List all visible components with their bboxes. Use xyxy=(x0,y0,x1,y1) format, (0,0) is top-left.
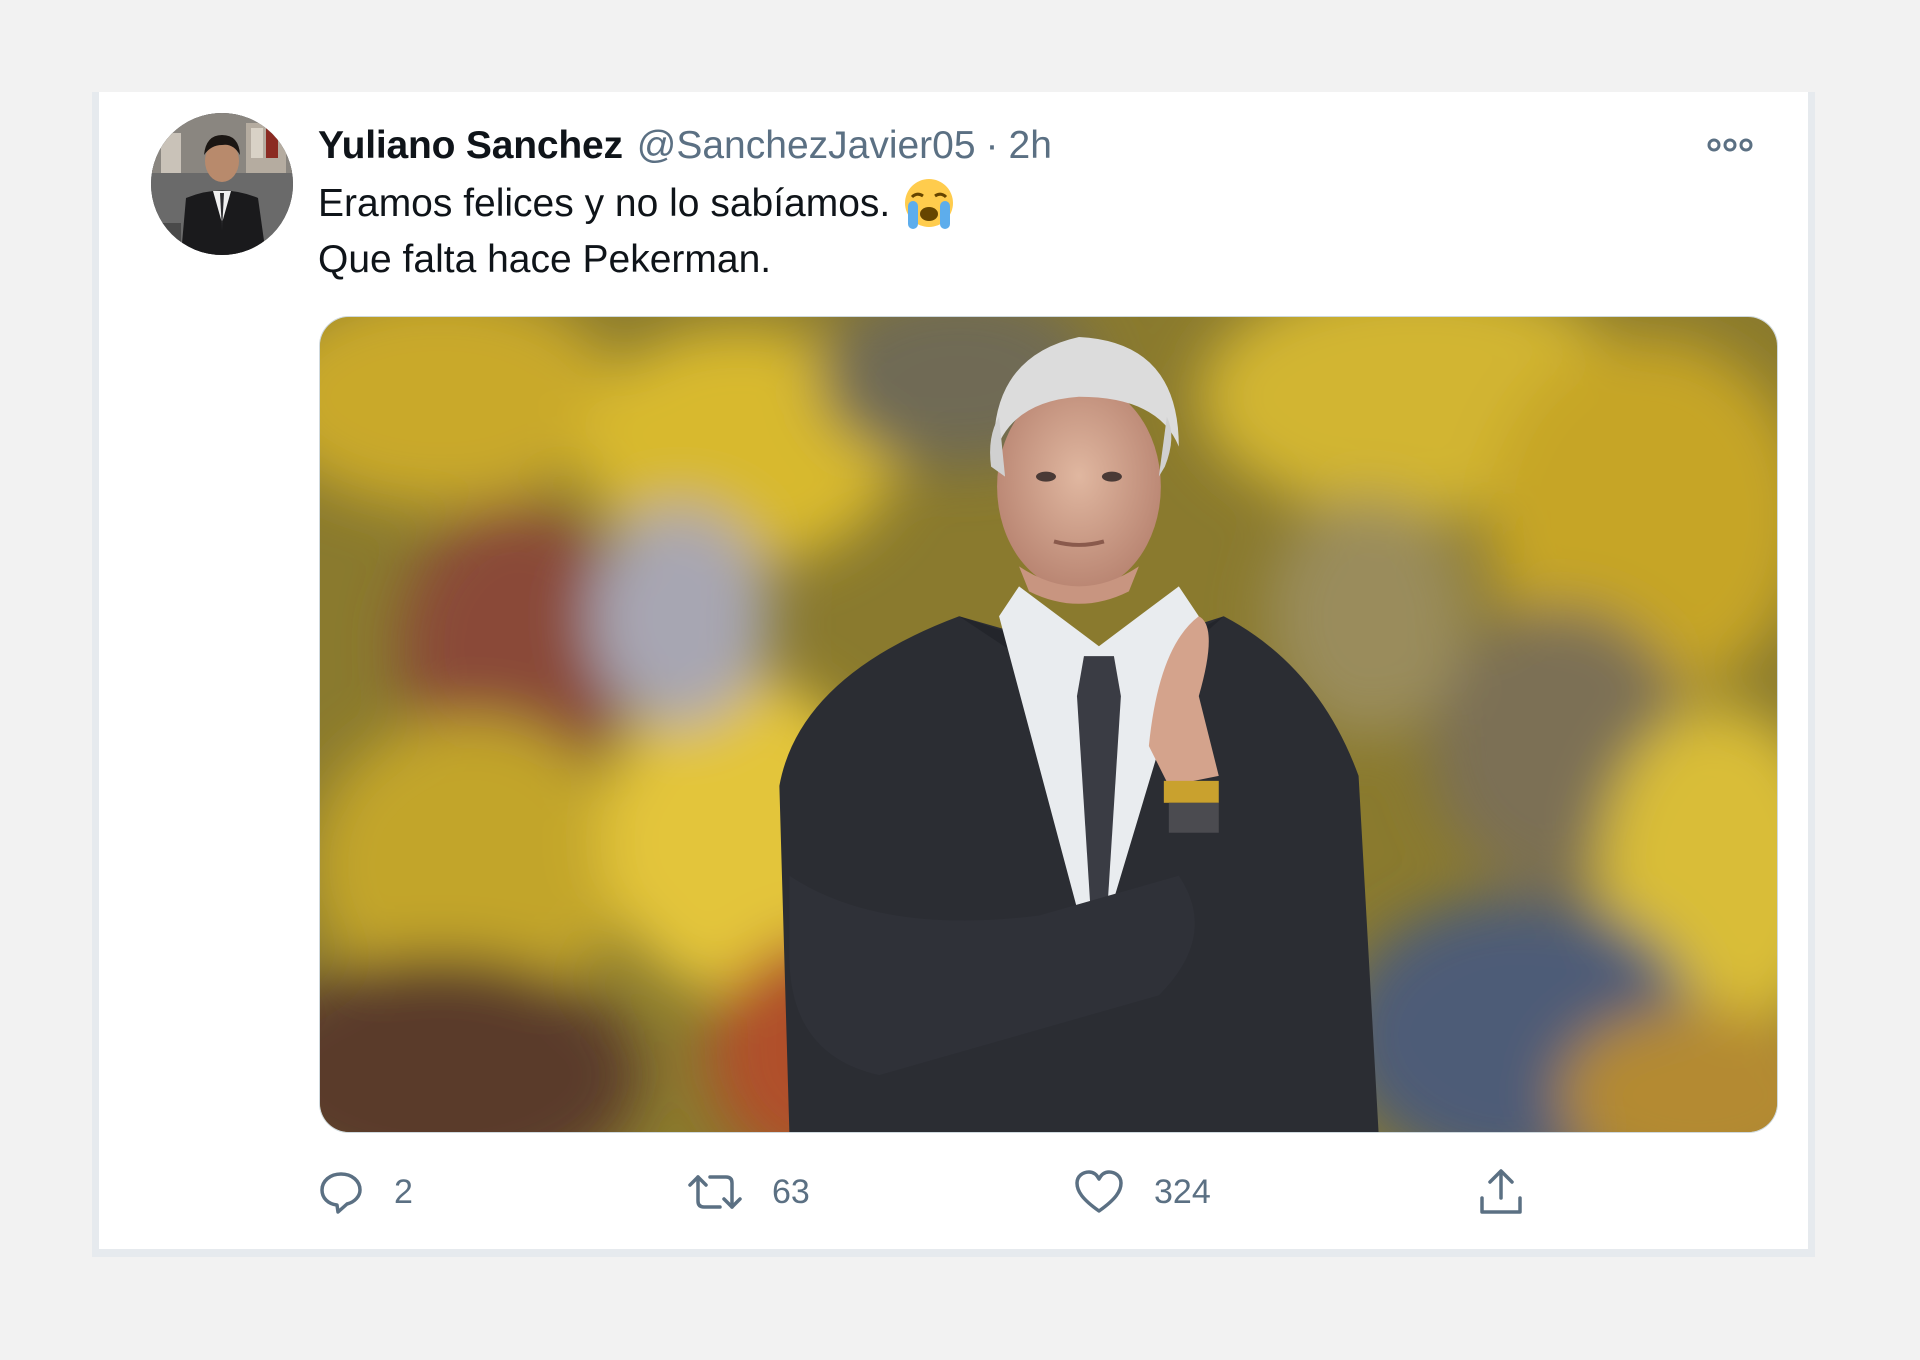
retweet-count: 63 xyxy=(772,1172,810,1211)
separator-dot: · xyxy=(985,124,999,167)
reply-icon xyxy=(320,1172,362,1214)
more-options-icon xyxy=(1707,138,1753,152)
tweet-card[interactable]: Yuliano Sanchez @SanchezJavier05 · 2h Er… xyxy=(92,92,1815,1257)
retweet-icon xyxy=(688,1175,742,1209)
tweet-photo xyxy=(320,317,1777,1132)
tweet-text-line: Eramos felices y no lo sabíamos. xyxy=(318,176,956,232)
tweet-text-line-2: Que falta hace Pekerman. xyxy=(318,238,772,281)
timestamp[interactable]: 2h xyxy=(1009,124,1052,168)
tweet-text-line: Que falta hace Pekerman. xyxy=(318,232,956,288)
tweet-actions: 2 63 324 xyxy=(318,1162,1778,1222)
tweet-text: Eramos felices y no lo sabíamos. Que fal… xyxy=(318,176,956,288)
like-button[interactable]: 324 xyxy=(1074,1162,1211,1222)
retweet-button[interactable]: 63 xyxy=(688,1162,810,1222)
user-handle[interactable]: @SanchezJavier05 xyxy=(637,124,976,168)
reply-count: 2 xyxy=(394,1172,413,1211)
more-options-button[interactable] xyxy=(1700,130,1760,160)
share-button[interactable] xyxy=(1478,1162,1524,1222)
like-count: 324 xyxy=(1154,1172,1211,1211)
share-icon xyxy=(1480,1169,1522,1214)
reply-button[interactable]: 2 xyxy=(318,1162,413,1222)
avatar[interactable] xyxy=(151,113,293,255)
tweet-text-line-1: Eramos felices y no lo sabíamos. xyxy=(318,182,891,225)
tweet-header: Yuliano Sanchez @SanchezJavier05 · 2h xyxy=(318,118,1052,174)
loudly-crying-face-emoji xyxy=(905,179,954,229)
avatar-photo xyxy=(151,113,293,255)
heart-icon xyxy=(1075,1170,1123,1213)
tweet-media-image[interactable] xyxy=(319,316,1778,1133)
display-name[interactable]: Yuliano Sanchez xyxy=(318,124,623,168)
